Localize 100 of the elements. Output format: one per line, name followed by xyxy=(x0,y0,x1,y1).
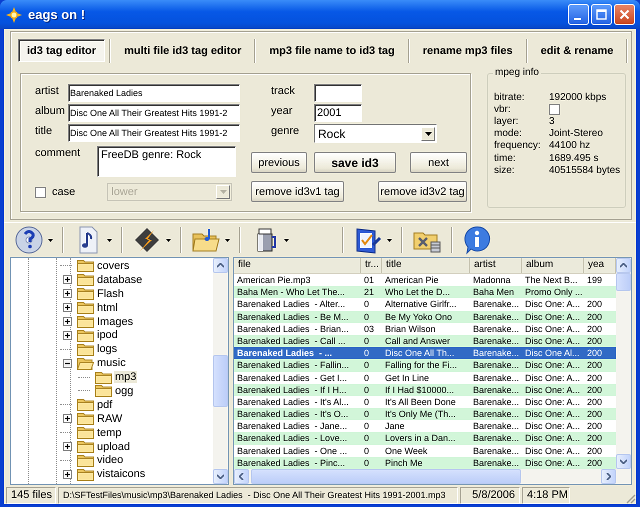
plus-box-icon[interactable] xyxy=(63,442,72,452)
tree-item[interactable]: ipod xyxy=(96,329,119,342)
table-cell-text: Call and Answer xyxy=(384,334,452,348)
plus-box-icon[interactable] xyxy=(63,330,72,340)
scroll-down-button[interactable] xyxy=(213,469,228,484)
caret-icon[interactable] xyxy=(225,238,230,242)
table-row[interactable]: Barenaked Ladies - Fallin... 0 Falling for the Fi... Barenake... Disc One: A... 200 xyxy=(234,359,616,372)
plus-box-icon[interactable] xyxy=(63,317,72,326)
table-row[interactable]: Barenaked Ladies - Pinc... 0 Pinch Me Barenake... Disc One: A... 200 xyxy=(234,456,616,469)
table-cell-text: Barenaked Ladies - Alter... xyxy=(236,298,346,311)
table-row[interactable]: Barenaked Ladies - Jane... 0 Jane Barenake... Disc One: A... 200 xyxy=(234,420,616,432)
caret-icon[interactable] xyxy=(166,238,171,242)
plus-box-icon[interactable] xyxy=(63,414,72,424)
button[interactable]: remove id3v1 tag xyxy=(251,181,344,202)
minus-box-icon[interactable] xyxy=(63,358,72,368)
arrow-down-icon xyxy=(217,474,224,479)
button[interactable]: save id3 xyxy=(314,152,396,173)
tree-item[interactable]: temp xyxy=(96,426,122,439)
table-row[interactable]: Barenaked Ladies - If I H... 0 If I Had $10000... Barenake... Disc One: A... 200 xyxy=(234,384,616,396)
table-cell-text: Barenake... xyxy=(472,347,520,360)
column-header[interactable]: album xyxy=(522,258,584,273)
table-row[interactable]: Barenaked Ladies - Love... 0 Lovers in a Dan... Barenake... Disc One: A... 200 xyxy=(234,432,616,445)
tree-item[interactable]: pdf xyxy=(96,398,114,411)
table-row[interactable]: Barenaked Ladies - One ... 0 One Week Barenake... Disc One: A... 200 xyxy=(234,444,616,457)
scroll-thumb[interactable] xyxy=(251,469,521,484)
scroll-right-button[interactable] xyxy=(601,469,616,484)
scroll-thumb[interactable] xyxy=(616,273,631,291)
genre-dropdown[interactable]: Rock xyxy=(314,124,437,143)
help-icon[interactable] xyxy=(14,225,44,255)
input-field[interactable] xyxy=(314,84,362,102)
column-header[interactable]: file xyxy=(234,258,361,273)
table-row[interactable]: Barenaked Ladies - Be M... 0 Be My Yoko Ono Barenake... Disc One: A... 200 xyxy=(234,310,616,323)
tree-item[interactable]: covers xyxy=(96,260,130,272)
column-header[interactable]: artist xyxy=(470,258,522,273)
table-row[interactable]: Barenaked Ladies - Alter... 0 Alternative Girlfr... Barenake... Disc One: A... 200 xyxy=(234,298,616,311)
table-cell-text: 200 xyxy=(586,334,604,348)
input-field[interactable]: Disc One All Their Greatest Hits 1991-2 xyxy=(68,104,240,122)
tree-item[interactable]: logs xyxy=(96,343,118,356)
tree-item[interactable]: upload xyxy=(96,440,132,453)
column-header[interactable]: title xyxy=(382,258,470,273)
tree-item[interactable]: video xyxy=(96,454,124,466)
table-cell-text: Barenake... xyxy=(472,396,520,408)
input-field[interactable]: 2001 xyxy=(314,104,362,122)
scrollbar[interactable] xyxy=(234,469,631,484)
maximize-button[interactable] xyxy=(591,4,612,25)
scroll-left-button[interactable] xyxy=(234,469,249,484)
input-field[interactable]: Barenaked Ladies xyxy=(68,84,240,102)
tree-item[interactable]: mp3 xyxy=(114,371,138,384)
minimize-button[interactable] xyxy=(568,4,589,25)
column-header[interactable]: tr... xyxy=(361,258,382,273)
tree-item[interactable]: Images xyxy=(96,316,134,328)
button[interactable]: previous xyxy=(251,152,307,173)
button[interactable]: next xyxy=(410,152,467,173)
tab[interactable]: multi file id3 tag editor xyxy=(115,39,250,62)
table-row[interactable]: Barenaked Ladies - It's O... 0 It's Only Me (Th... Barenake... Disc One: A... 200 xyxy=(234,408,616,420)
caret-icon[interactable] xyxy=(107,238,112,242)
tree-item[interactable]: Flash xyxy=(96,288,125,300)
caret-icon[interactable] xyxy=(48,238,53,242)
table-row[interactable]: Barenaked Ladies - It's Al... 0 It's All Been Done Barenake... Disc One: A... 200 xyxy=(234,396,616,408)
tree-item[interactable]: vistaicons xyxy=(96,468,146,480)
table-row[interactable]: Barenaked Ladies - Brian... 03 Brian Wilson Barenake... Disc One: A... 200 xyxy=(234,322,616,335)
scroll-up-button[interactable] xyxy=(616,258,631,273)
plus-box-icon[interactable] xyxy=(63,289,72,298)
table-row[interactable]: Barenaked Ladies - Get I... 0 Get In Line Barenake... Disc One: A... 200 xyxy=(234,372,616,384)
comment-field[interactable]: FreeDB genre: Rock xyxy=(97,146,236,177)
checkbox[interactable] xyxy=(35,186,46,198)
tree-item[interactable]: html xyxy=(96,302,119,314)
scroll-thumb[interactable] xyxy=(213,355,228,407)
tree-item[interactable]: RAW xyxy=(96,412,124,425)
tree-item[interactable]: music xyxy=(96,357,127,370)
plus-box-icon[interactable] xyxy=(63,470,72,479)
field-label: artist xyxy=(35,84,60,97)
tab[interactable]: rename mp3 files xyxy=(414,39,522,62)
tab[interactable]: mp3 file name to id3 tag xyxy=(260,39,404,62)
table-row[interactable]: Barenaked Ladies - ... 0 Disc One All Th... Barenake... Disc One Al... 200 xyxy=(234,347,616,360)
button[interactable]: remove id3v2 tag xyxy=(378,181,467,202)
folder-icon xyxy=(77,468,94,481)
input-field[interactable]: Disc One All Their Greatest Hits 1991-2 xyxy=(68,124,240,142)
caret-icon[interactable] xyxy=(387,238,392,242)
scroll-down-button[interactable] xyxy=(616,454,631,469)
close-button[interactable] xyxy=(614,4,635,25)
table-row[interactable]: American Pie.mp3 01 American Pie Madonna The Next B... 199 xyxy=(234,274,616,286)
checkbox-label: case xyxy=(52,186,76,198)
tab[interactable]: id3 tag editor xyxy=(18,39,106,62)
group-title: mpeg info xyxy=(493,67,541,78)
plus-box-icon[interactable] xyxy=(63,303,72,312)
info-icon[interactable] xyxy=(462,225,492,255)
table-row[interactable]: Barenaked Ladies - Call ... 0 Call and Answer Barenake... Disc One: A... 200 xyxy=(234,334,616,348)
scrollbar[interactable] xyxy=(213,258,228,484)
tab[interactable]: edit & rename xyxy=(532,39,622,62)
tree-item[interactable]: database xyxy=(96,274,144,286)
scroll-up-button[interactable] xyxy=(213,258,228,273)
plus-box-icon[interactable] xyxy=(63,275,72,284)
table-cell-text: Barenaked Ladies - ... xyxy=(236,347,334,360)
scrollbar[interactable] xyxy=(616,258,631,469)
tree-item[interactable]: ogg xyxy=(114,384,134,397)
checkbox[interactable] xyxy=(549,104,560,115)
table-row[interactable]: Baha Men - Who Let The... 21 Who Let the D... Baha Men Promo Only ... xyxy=(234,286,616,298)
table-cell-text: 0 xyxy=(363,372,370,384)
caret-icon[interactable] xyxy=(284,238,289,242)
